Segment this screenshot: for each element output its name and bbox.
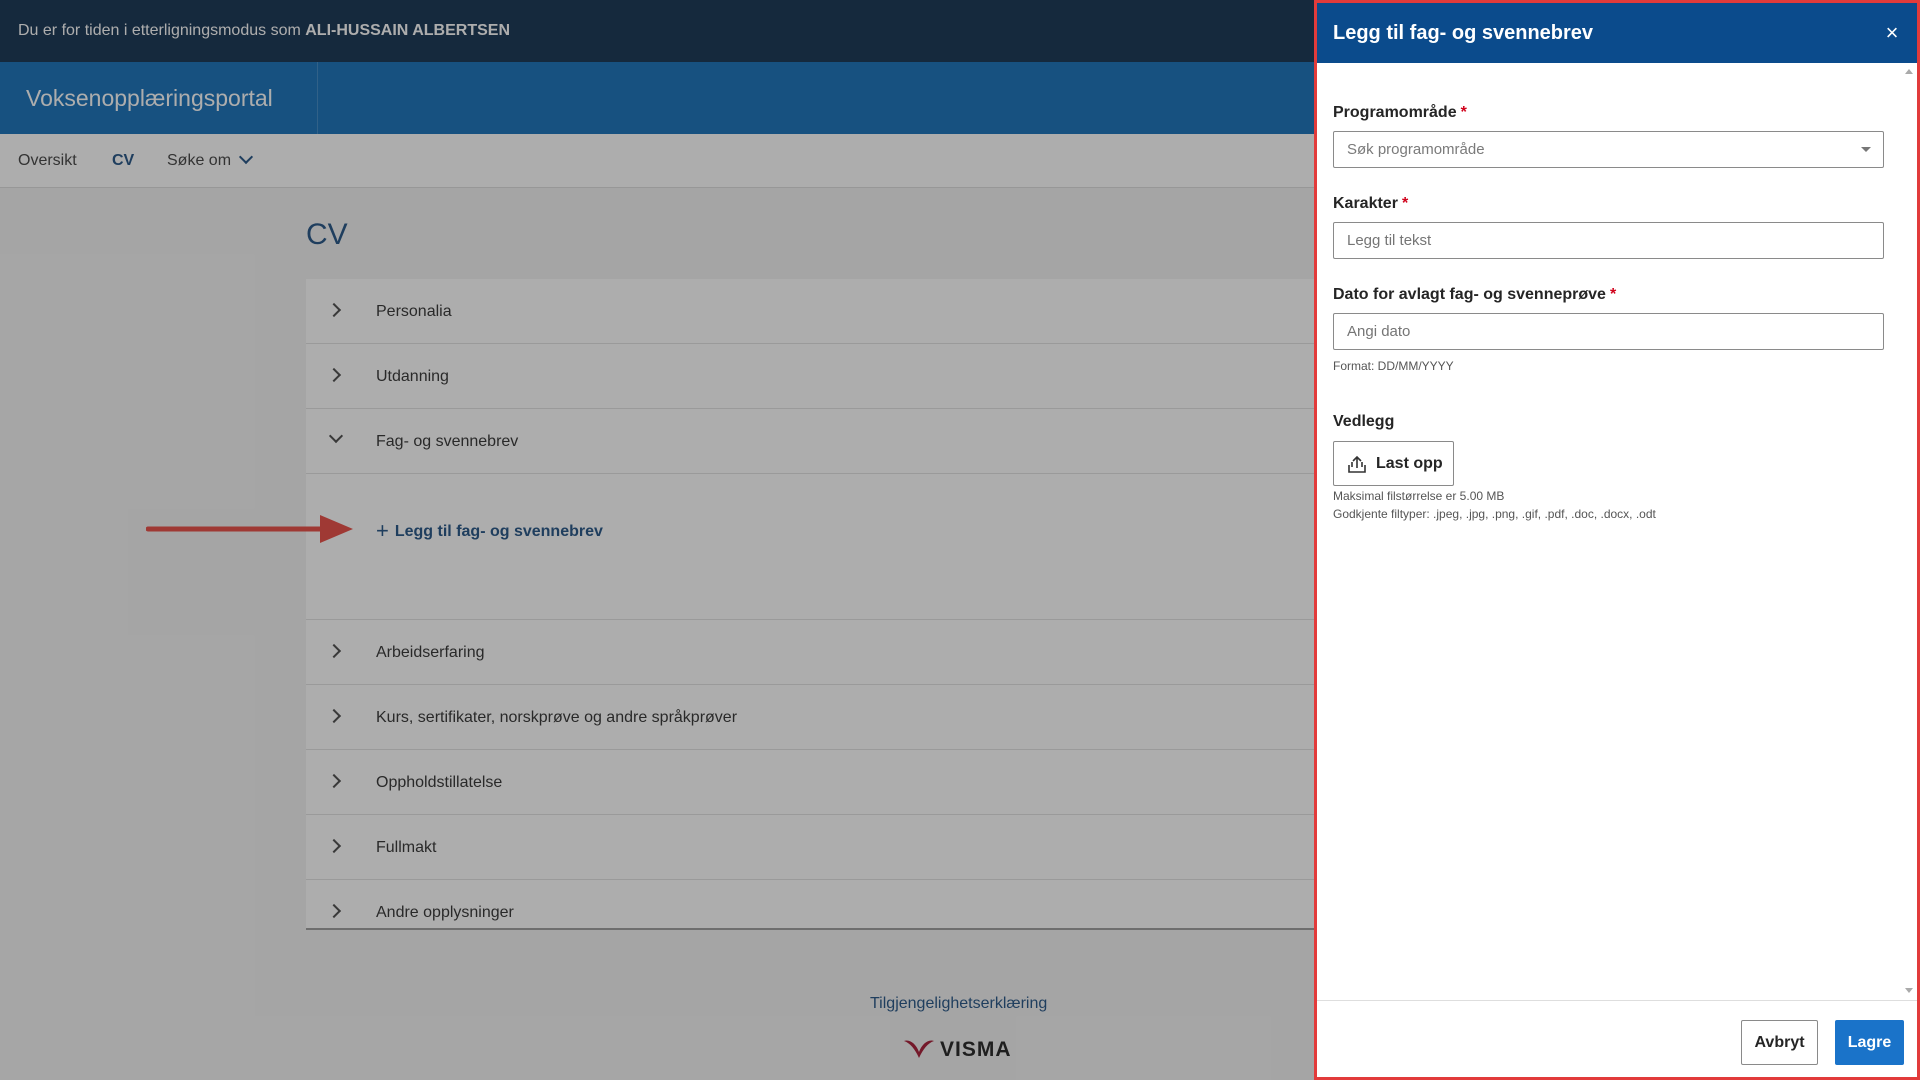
exam-date-label: Dato for avlagt fag- og svenneprøve * bbox=[1333, 286, 1616, 304]
required-marker: * bbox=[1401, 195, 1409, 212]
upload-button[interactable]: Last opp bbox=[1333, 441, 1454, 486]
max-file-size-hint: Maksimal filstørrelse er 5.00 MB bbox=[1333, 489, 1505, 503]
required-marker: * bbox=[1609, 286, 1617, 303]
panel-header: Legg til fag- og svennebrev × bbox=[1317, 3, 1917, 63]
scroll-down-icon[interactable] bbox=[1905, 988, 1913, 993]
exam-date-input[interactable] bbox=[1333, 313, 1884, 350]
date-format-hint: Format: DD/MM/YYYY bbox=[1333, 359, 1454, 373]
upload-button-label: Last opp bbox=[1376, 455, 1443, 472]
program-area-label-text: Programområde bbox=[1333, 104, 1457, 121]
file-types-hint: Godkjente filtyper: .jpeg, .jpg, .png, .… bbox=[1333, 507, 1656, 521]
cancel-button[interactable]: Avbryt bbox=[1741, 1020, 1818, 1065]
grade-input[interactable] bbox=[1333, 222, 1884, 259]
caret-down-icon bbox=[1861, 147, 1871, 152]
required-marker: * bbox=[1460, 104, 1467, 121]
upload-icon bbox=[1348, 455, 1366, 473]
close-icon[interactable]: × bbox=[1877, 18, 1907, 48]
attachments-label: Vedlegg bbox=[1333, 413, 1395, 430]
save-button[interactable]: Lagre bbox=[1835, 1020, 1904, 1065]
scroll-up-icon[interactable] bbox=[1905, 69, 1913, 74]
grade-label-text: Karakter bbox=[1333, 195, 1398, 212]
program-area-select[interactable]: Søk programområde bbox=[1333, 131, 1884, 168]
grade-label: Karakter * bbox=[1333, 195, 1408, 213]
panel-title: Legg til fag- og svennebrev bbox=[1333, 22, 1594, 44]
program-area-label: Programområde * bbox=[1333, 104, 1467, 122]
panel-footer: Avbryt Lagre bbox=[1317, 1000, 1917, 1077]
program-area-placeholder: Søk programområde bbox=[1347, 141, 1485, 158]
exam-date-label-text: Dato for avlagt fag- og svenneprøve bbox=[1333, 286, 1606, 303]
add-certificate-panel: Legg til fag- og svennebrev × Programomr… bbox=[1314, 0, 1920, 1080]
